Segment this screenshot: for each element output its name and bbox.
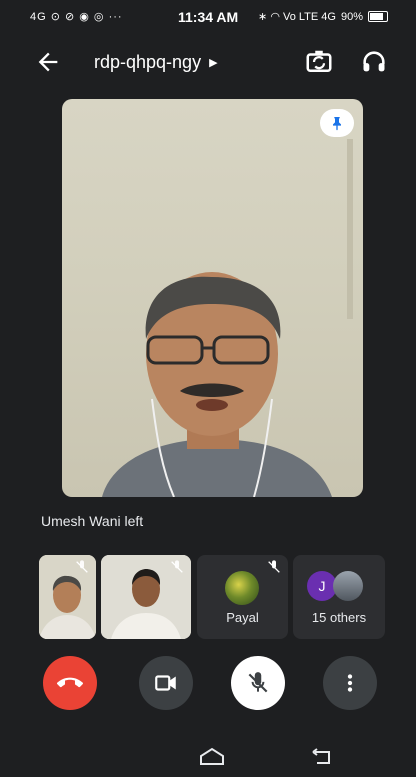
meeting-code: rdp-qhpq-ngy [94, 52, 202, 72]
end-call-button[interactable] [43, 656, 97, 710]
meeting-title[interactable]: rdp-qhpq-ngy ▶ [94, 52, 218, 73]
avatar [333, 571, 363, 601]
more-options-button[interactable] [323, 656, 377, 710]
mic-off-icon [268, 560, 280, 573]
main-video-feed[interactable] [62, 99, 363, 497]
status-bar: 4G ⊙ ⊘ ◉ ◎ ··· 11:34 AM ∗ ◠ Vo LTE 4G 90… [0, 0, 416, 36]
participant-name: Payal [226, 610, 259, 625]
mic-off-icon [76, 560, 88, 573]
mic-toggle-button[interactable] [231, 656, 285, 710]
avatar-letter: J [318, 578, 326, 594]
participant-left-notice: Umesh Wani left [41, 513, 144, 529]
pin-button[interactable] [320, 109, 354, 137]
switch-camera-icon[interactable] [304, 47, 334, 77]
video-camera-icon [155, 675, 176, 691]
caret-right-icon: ▶ [209, 57, 218, 69]
battery-icon [368, 11, 388, 22]
phone-hangup-icon [57, 677, 83, 688]
mic-off-icon [171, 560, 183, 573]
back-arrow-icon[interactable] [34, 48, 62, 76]
status-right: ∗ ◠ Vo LTE 4G 90% [258, 10, 388, 23]
meeting-header: rdp-qhpq-ngy ▶ [0, 40, 416, 84]
participant-tile[interactable] [39, 555, 96, 639]
battery-percent: 90% [340, 10, 363, 23]
status-right-icons: ∗ ◠ Vo LTE 4G [258, 11, 336, 23]
headphones-icon[interactable] [360, 48, 388, 76]
participant-tile[interactable] [101, 555, 191, 639]
back-icon[interactable] [311, 748, 333, 766]
video-toggle-button[interactable] [139, 656, 193, 710]
pin-icon [333, 117, 341, 131]
avatar [225, 571, 259, 605]
status-time: 11:34 AM [178, 9, 239, 25]
more-vertical-icon [347, 674, 353, 692]
participant-video-image [102, 272, 332, 497]
mic-off-icon [248, 672, 268, 693]
home-icon[interactable] [198, 746, 226, 766]
participant-tile-others[interactable]: J 15 others [293, 555, 385, 639]
participant-tile-payal[interactable]: Payal [197, 555, 288, 639]
status-left-icons: 4G ⊙ ⊘ ◉ ◎ ··· [30, 11, 123, 23]
others-count: 15 others [311, 610, 367, 625]
